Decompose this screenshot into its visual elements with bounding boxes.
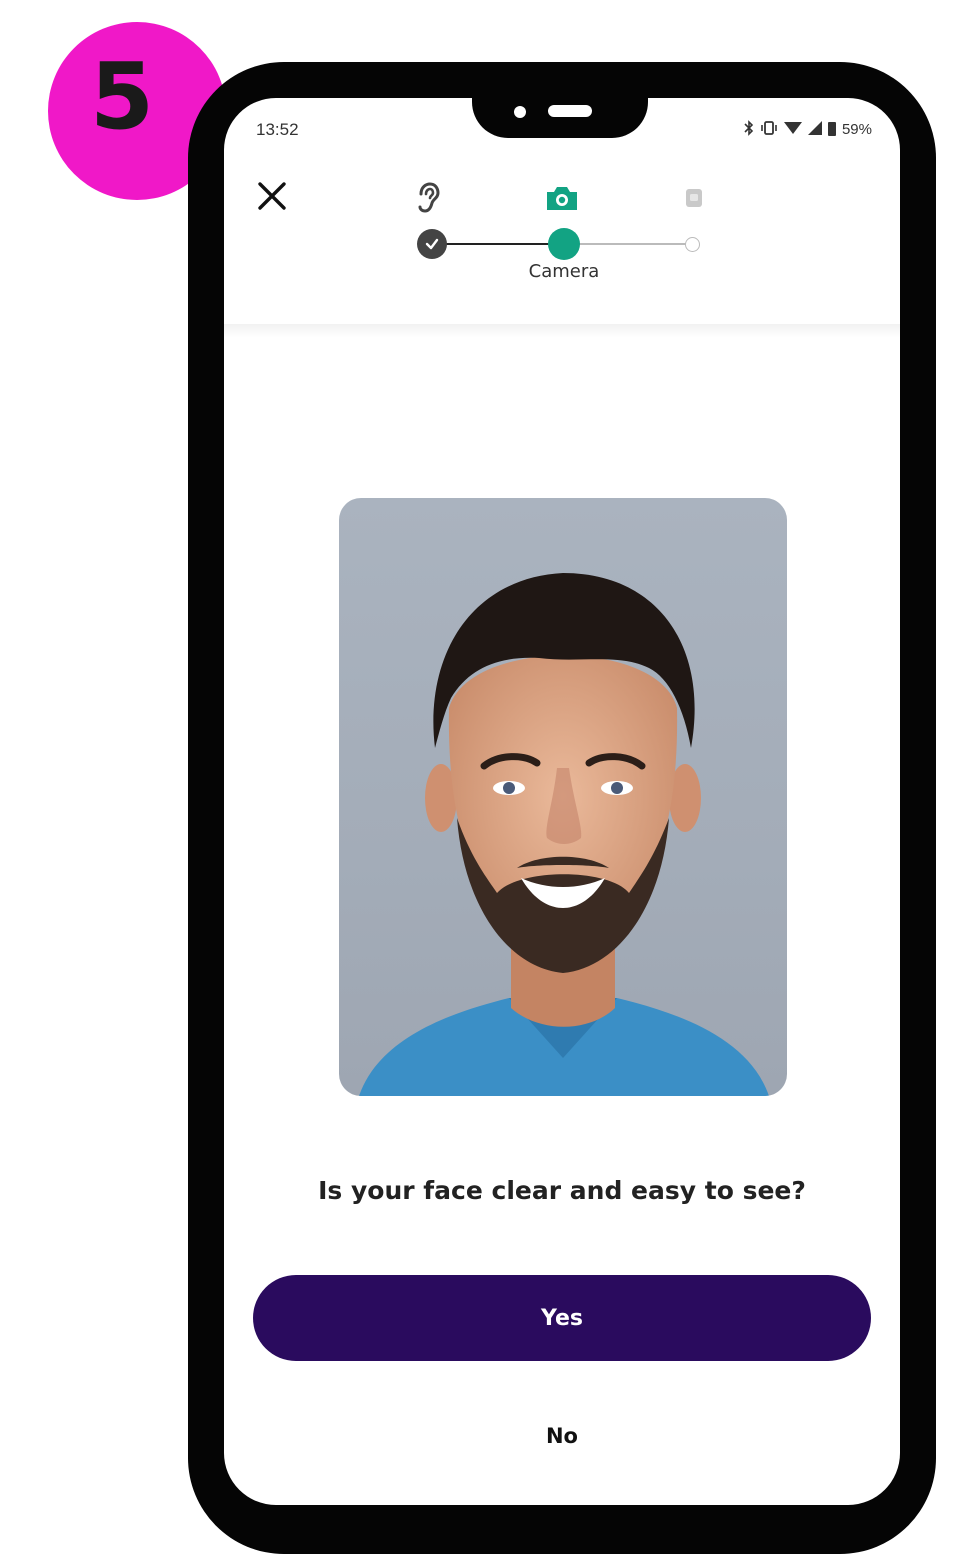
status-icons: 59%: [744, 120, 872, 138]
vibrate-icon: [760, 120, 778, 138]
battery-percent: 59%: [841, 120, 872, 138]
phone-notch: [472, 98, 648, 138]
step-node-completed: [417, 229, 447, 259]
stepper-line-pending: [574, 243, 694, 245]
phone-screen: 13:52 59% Camera Is your face clear and …: [224, 98, 900, 1505]
yes-button-label: Yes: [541, 1305, 583, 1331]
document-icon: [674, 178, 714, 218]
signal-icon: [807, 121, 822, 137]
step-node-active: [548, 228, 580, 260]
front-camera: [514, 106, 526, 118]
camera-icon: [542, 178, 582, 218]
wifi-icon: [783, 121, 802, 137]
no-button-label: No: [545, 1424, 578, 1448]
status-time: 13:52: [256, 120, 299, 139]
face-photo: [339, 498, 787, 1096]
header-divider: [224, 324, 900, 338]
progress-stepper: [224, 178, 900, 318]
bluetooth-icon: [744, 120, 754, 138]
yes-button[interactable]: Yes: [253, 1275, 871, 1361]
battery-icon: [827, 121, 836, 138]
step-node-pending: [685, 237, 700, 252]
check-icon: [425, 238, 439, 250]
no-button[interactable]: No: [462, 1408, 662, 1464]
phone-frame: 13:52 59% Camera Is your face clear and …: [188, 62, 936, 1554]
stepper-line-completed: [442, 243, 562, 245]
ear-icon: [408, 178, 448, 218]
page: 5 13:52 59% Camera Is your face clear an…: [0, 0, 955, 1557]
step-number: 5: [89, 42, 154, 150]
earpiece-speaker: [548, 105, 592, 117]
step-label-camera: Camera: [528, 261, 600, 282]
question-text: Is your face clear and easy to see?: [318, 1176, 806, 1205]
